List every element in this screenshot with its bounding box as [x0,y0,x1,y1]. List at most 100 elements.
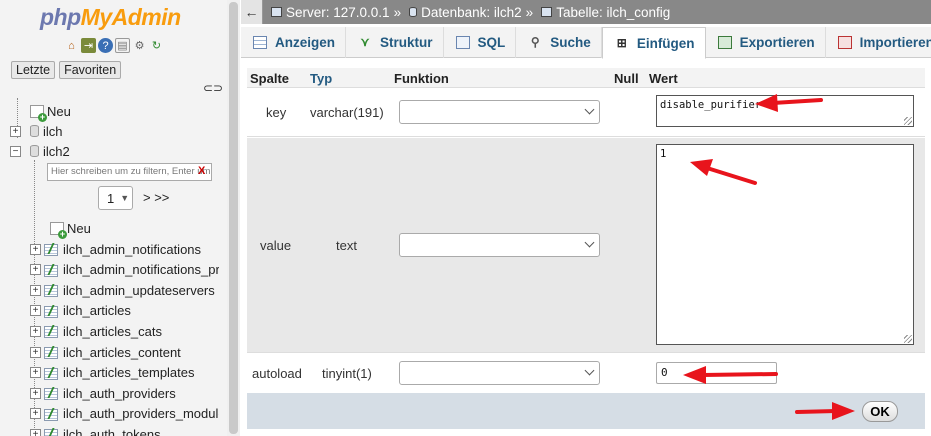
tab-insert[interactable]: ⊞ Einfügen [601,27,706,59]
expand-icon[interactable]: + [30,325,41,337]
table-list-item[interactable]: + ilch_auth_providers_modules [30,404,219,424]
expand-icon[interactable]: + [10,125,21,137]
expand-icon[interactable]: + [30,264,41,276]
table-list-item[interactable]: + ilch_admin_updateservers [30,280,215,300]
function-select-value[interactable] [399,233,600,257]
help-icon[interactable]: ? [98,38,113,53]
navigation-sidebar: phpMyAdmin ⌂ ⇥ ? ▤ ⚙ ↻ Letzte Favoriten … [0,0,240,436]
table-icon [44,243,58,256]
structure-icon: ⋎ [360,35,370,49]
table-name: ilch_articles [63,303,131,319]
expand-icon[interactable]: + [30,346,41,358]
breadcrumb: ← Server: 127.0.0.1 » Datenbank: ilch2 »… [241,0,931,24]
collapse-sidebar-button[interactable]: ← [241,0,263,24]
database-icon [409,7,418,17]
resize-grip-icon[interactable] [904,335,912,343]
value-textarea-key[interactable]: disable_purifier [656,95,914,127]
chevron-down-icon [584,237,595,248]
import-icon [837,36,852,49]
logout-icon[interactable]: ⇥ [81,38,96,53]
collapse-icon[interactable]: − [10,145,21,157]
table-list-item[interactable]: + ilch_auth_providers [30,383,176,403]
table-list-item[interactable]: + ilch_articles_content [30,342,181,362]
table-list-item[interactable]: + ilch_articles [30,301,131,321]
resize-grip-icon[interactable] [904,117,912,125]
field-type: tinyint(1) [322,366,372,381]
header-type: Typ [310,71,333,86]
tab-import[interactable]: Importieren [826,27,931,58]
value-textarea-value[interactable]: 1 [656,144,914,345]
value-input-autoload[interactable]: 0 [656,362,777,384]
breadcrumb-separator: » [525,4,534,20]
tab-search[interactable]: ⚲ Suche [516,27,602,58]
chevron-down-icon [584,365,595,376]
table-name: ilch_admin_updateservers [63,282,215,298]
tab-browse[interactable]: Anzeigen [241,27,347,58]
function-select-autoload[interactable] [399,361,600,385]
home-icon[interactable]: ⌂ [64,38,79,53]
table-list-item[interactable]: + ilch_auth_tokens [30,424,161,436]
favorites-tab[interactable]: Favoriten [59,61,122,79]
function-select-key[interactable] [399,100,600,124]
table-list-item[interactable]: + ilch_articles_cats [30,321,162,341]
database-icon [30,145,39,157]
table-list-item[interactable]: + ilch_articles_templates [30,363,195,383]
table-icon [44,428,58,436]
phpmyadmin-logo[interactable]: phpMyAdmin [40,4,181,31]
expand-icon[interactable]: + [30,387,41,399]
table-name: ilch_auth_tokens [63,426,161,436]
docs-icon[interactable]: ▤ [115,38,130,53]
sidebar-toolbar: ⌂ ⇥ ? ▤ ⚙ ↻ [64,38,164,53]
database-icon [30,125,39,137]
field-name: value [260,238,292,253]
ok-button[interactable]: OK [862,401,898,422]
sql-icon [455,36,470,49]
header-null: Null [614,71,639,86]
tree-item-new-db[interactable]: Neu [28,101,71,122]
field-row-key: key varchar(191) disable_purifier [247,89,925,137]
export-icon [717,36,732,49]
expand-icon[interactable]: + [30,428,41,436]
expand-icon[interactable]: + [30,305,41,317]
table-filter-input[interactable]: Hier schreiben um zu filtern, Enter um a… [47,163,212,181]
page-select[interactable]: 1 ▼ [98,186,133,210]
table-icon [44,367,58,380]
expand-icon[interactable]: + [30,243,41,255]
sidebar-scrollbar[interactable] [227,0,240,436]
breadcrumb-server[interactable]: Server: 127.0.0.1 [271,5,390,20]
chevron-down-icon [584,104,595,115]
chevron-down-icon: ▼ [120,193,130,203]
field-row-value: value text 1 [247,138,925,353]
expand-icon[interactable]: + [30,408,41,420]
field-type: text [336,238,357,253]
expand-icon[interactable]: + [30,367,41,379]
tree-item-ilch2[interactable]: − ilch2 [10,141,70,161]
breadcrumb-table[interactable]: Tabelle: ilch_config [541,5,670,20]
scrollbar-thumb[interactable] [229,2,238,434]
link-icon[interactable]: ⊂⊃ [203,81,223,95]
sidebar-tabs: Letzte Favoriten [11,61,122,79]
tree-item-ilch[interactable]: + ilch [10,121,63,141]
recent-tab[interactable]: Letzte [11,61,56,79]
new-table-icon [50,221,67,239]
filter-clear-button[interactable]: X [198,165,205,177]
breadcrumb-separator: » [393,4,402,20]
reload-icon[interactable]: ↻ [149,38,164,53]
expand-icon[interactable]: + [30,284,41,296]
tab-structure[interactable]: ⋎ Struktur [346,27,444,58]
breadcrumb-database[interactable]: Datenbank: ilch2 [409,5,522,20]
table-icon [44,346,58,359]
table-list-item[interactable]: + ilch_admin_notifications_provider [30,260,219,280]
tab-export[interactable]: Exportieren [706,27,826,58]
table-icon [541,7,553,17]
header-value: Wert [649,71,678,86]
table-name: ilch_auth_providers_modules [63,406,219,422]
settings-icon[interactable]: ⚙ [132,38,147,53]
table-list-item[interactable]: + ilch_admin_notifications [30,239,201,259]
field-row-autoload: autoload tinyint(1) 0 [247,354,925,392]
table-tabs: Anzeigen ⋎ Struktur SQL ⚲ Suche ⊞ Einfügen … [241,27,931,59]
next-pages-link[interactable]: > >> [143,190,169,205]
header-column: Spalte [250,71,290,86]
tree-item-new-table[interactable]: Neu [48,218,91,239]
tab-sql[interactable]: SQL [444,27,517,58]
